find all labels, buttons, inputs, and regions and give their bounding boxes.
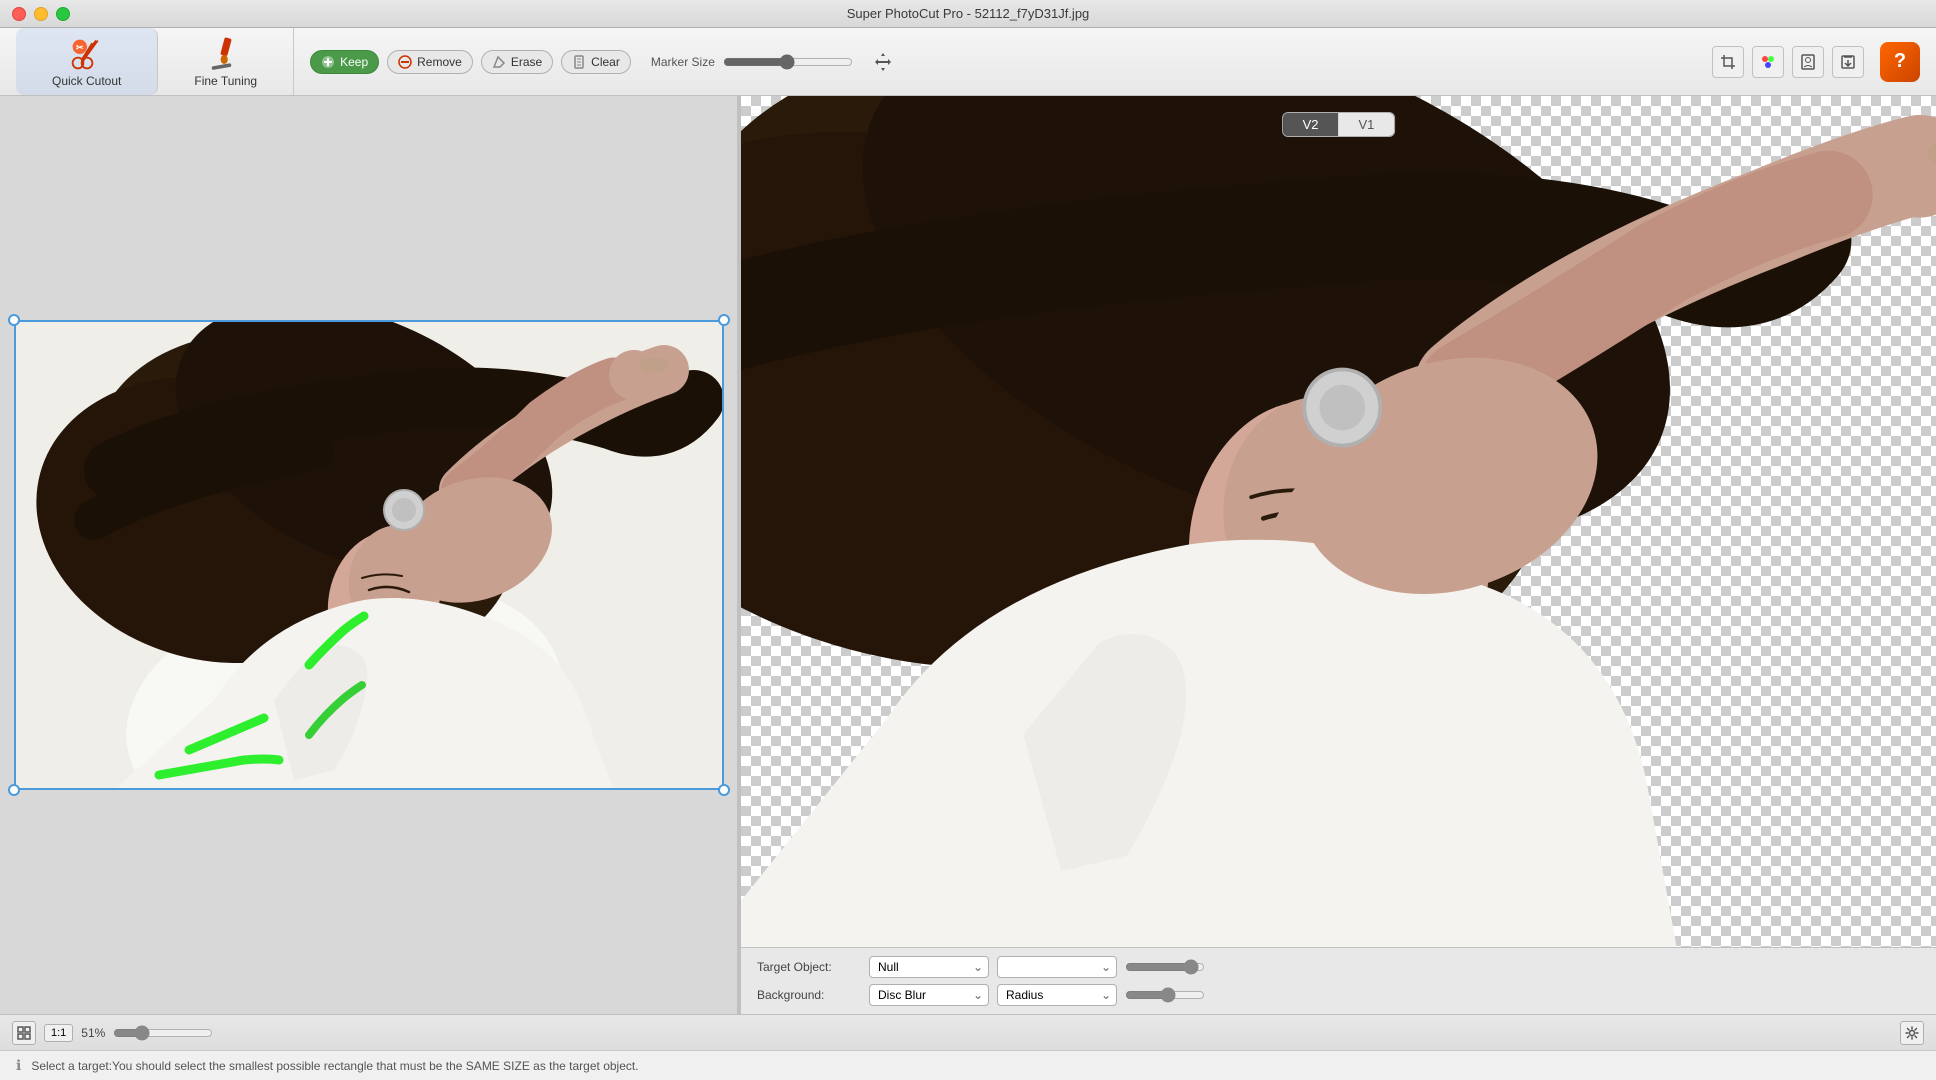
maximize-button[interactable]: [56, 7, 70, 21]
photo-svg: [14, 320, 724, 790]
preview-area: V2 V1: [741, 96, 1936, 947]
clear-icon: [572, 55, 586, 69]
erase-label: Erase: [511, 55, 542, 69]
info-icon: ℹ: [16, 1057, 21, 1074]
marker-size-slider[interactable]: [723, 54, 853, 70]
handle-bottom-left[interactable]: [8, 784, 20, 796]
left-panel: [0, 96, 737, 1014]
target-object-extra-select: [997, 956, 1117, 978]
svg-text:✂: ✂: [76, 42, 84, 52]
zoom-controls: 1:1 51%: [12, 1021, 213, 1045]
scissors-icon: ✂: [69, 36, 105, 72]
target-object-row: Target Object: Null: [757, 956, 1920, 978]
target-extra-select[interactable]: [997, 956, 1117, 978]
save-icon: [1840, 54, 1856, 70]
plus-circle-icon: [321, 55, 335, 69]
image-container[interactable]: [14, 320, 724, 790]
portrait-icon: [1800, 54, 1816, 70]
settings-icon: [1905, 1026, 1919, 1040]
background-effect-select[interactable]: Disc Blur: [869, 984, 989, 1006]
info-bar: ℹ Select a target:You should select the …: [0, 1050, 1936, 1080]
version-toggle: V2 V1: [1282, 112, 1396, 137]
inline-controls: Keep Remove Erase Clear Marker Siz: [294, 48, 1712, 76]
color-icon-button[interactable]: [1752, 46, 1784, 78]
fit-icon: [17, 1026, 31, 1040]
handle-bottom-right[interactable]: [718, 784, 730, 796]
background-label: Background:: [757, 988, 857, 1002]
move-icon: [872, 51, 894, 73]
zoom-percent-label: 51%: [81, 1026, 105, 1040]
bottom-controls: Target Object: Null Back: [741, 947, 1936, 1014]
zoom-slider[interactable]: [113, 1025, 213, 1041]
portrait-icon-button[interactable]: [1792, 46, 1824, 78]
right-panel: V2 V1: [741, 96, 1936, 1014]
remove-label: Remove: [417, 55, 462, 69]
minimize-button[interactable]: [34, 7, 48, 21]
handle-top-left[interactable]: [8, 314, 20, 326]
handle-top-right[interactable]: [718, 314, 730, 326]
clear-button[interactable]: Clear: [561, 50, 631, 74]
toolbar: ✂ Quick Cutout Fine Tuning Keep: [0, 28, 1936, 96]
radius-select[interactable]: Radius: [997, 984, 1117, 1006]
close-button[interactable]: [12, 7, 26, 21]
window-title: Super PhotoCut Pro - 52112_f7yD31Jf.jpg: [847, 6, 1090, 21]
background-slider[interactable]: [1125, 987, 1205, 1003]
clear-label: Clear: [591, 55, 620, 69]
settings-button[interactable]: [1900, 1021, 1924, 1045]
target-object-label: Target Object:: [757, 960, 857, 974]
fine-tuning-label: Fine Tuning: [194, 74, 257, 88]
remove-button[interactable]: Remove: [387, 50, 473, 74]
right-tools: [1712, 46, 1864, 78]
target-object-select[interactable]: Null: [869, 956, 989, 978]
fit-view-button[interactable]: [12, 1021, 36, 1045]
brush-icon: [208, 36, 244, 72]
background-effect-wrapper: Disc Blur: [869, 984, 989, 1006]
zoom-1-to-1-button[interactable]: 1:1: [44, 1024, 73, 1042]
title-bar: Super PhotoCut Pro - 52112_f7yD31Jf.jpg: [0, 0, 1936, 28]
status-bar: 1:1 51%: [0, 1014, 1936, 1050]
background-row: Background: Disc Blur Radius: [757, 984, 1920, 1006]
target-object-slider[interactable]: [1125, 959, 1205, 975]
quick-cutout-button[interactable]: ✂ Quick Cutout: [36, 28, 137, 96]
quick-cutout-label: Quick Cutout: [52, 74, 121, 88]
minus-circle-icon: [398, 55, 412, 69]
status-right: [1900, 1021, 1924, 1045]
photo-area: [14, 320, 724, 790]
quick-cutout-section[interactable]: ✂ Quick Cutout: [16, 28, 158, 95]
erase-button[interactable]: Erase: [481, 50, 553, 74]
info-text: Select a target:You should select the sm…: [31, 1059, 638, 1073]
move-tool-button[interactable]: [869, 48, 897, 76]
main-content: V2 V1: [0, 96, 1936, 1014]
save-icon-button[interactable]: [1832, 46, 1864, 78]
fine-tuning-section[interactable]: Fine Tuning: [158, 28, 294, 95]
marker-size-label: Marker Size: [651, 55, 715, 69]
v1-button[interactable]: V1: [1339, 113, 1395, 136]
v2-button[interactable]: V2: [1283, 113, 1339, 136]
color-icon: [1760, 54, 1776, 70]
crop-icon: [1720, 54, 1736, 70]
eraser-icon: [492, 55, 506, 69]
traffic-lights[interactable]: [12, 7, 70, 21]
radius-select-wrapper: Radius: [997, 984, 1117, 1006]
keep-label: Keep: [340, 55, 368, 69]
target-object-select-wrapper: Null: [869, 956, 989, 978]
crop-icon-button[interactable]: [1712, 46, 1744, 78]
preview-svg: [741, 96, 1936, 947]
fine-tuning-button[interactable]: Fine Tuning: [178, 28, 273, 96]
help-button[interactable]: ?: [1880, 42, 1920, 82]
keep-button[interactable]: Keep: [310, 50, 379, 74]
